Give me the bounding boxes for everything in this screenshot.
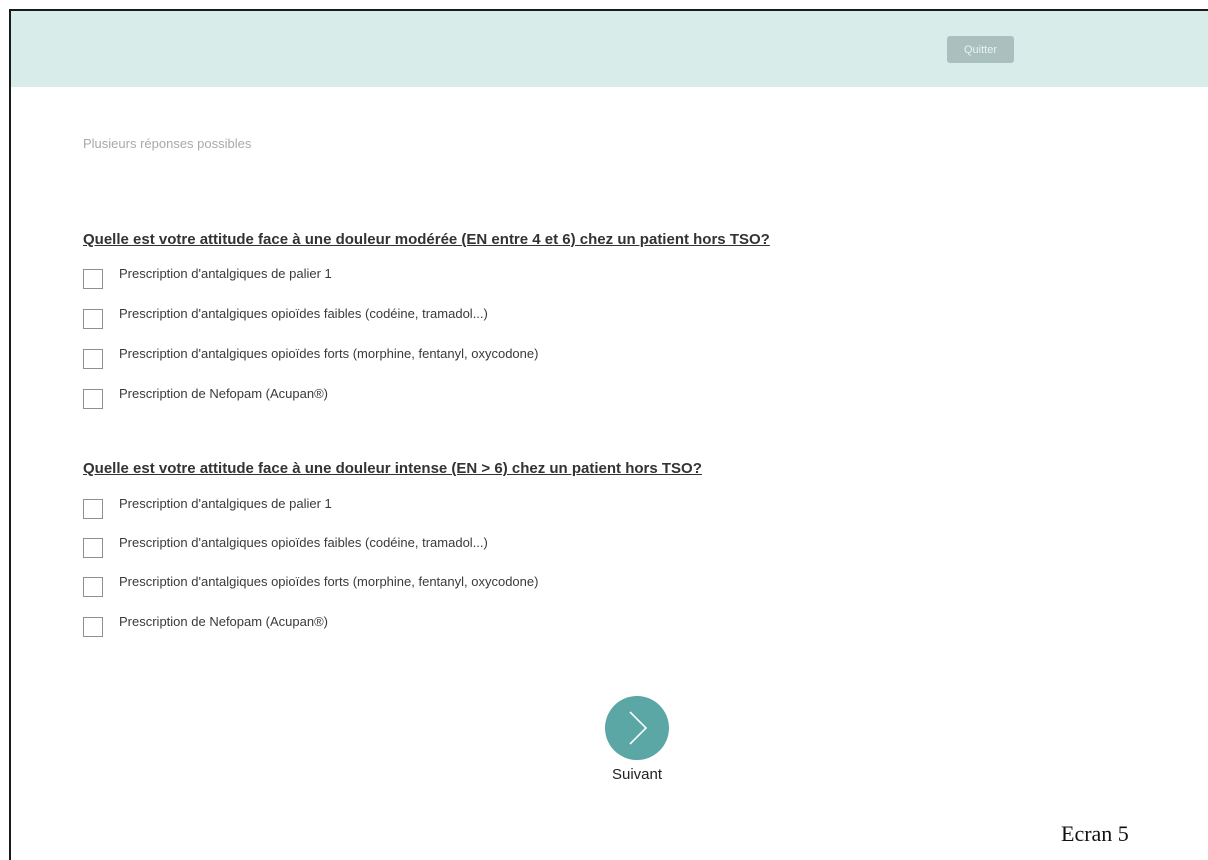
q2-option-4[interactable]: Prescription de Nefopam (Acupan®)	[83, 613, 329, 638]
option-label: Prescription de Nefopam (Acupan®)	[119, 613, 329, 629]
checkbox[interactable]	[83, 269, 103, 289]
checkbox[interactable]	[83, 577, 103, 597]
question-2-title: Quelle est votre attitude face à une dou…	[83, 460, 702, 477]
checkbox[interactable]	[83, 617, 103, 637]
q1-option-4[interactable]: Prescription de Nefopam (Acupan®)	[83, 385, 329, 410]
screen-number-label: Ecran 5	[1061, 821, 1129, 846]
multiple-answers-hint: Plusieurs réponses possibles	[83, 136, 252, 151]
q1-option-2[interactable]: Prescription d'antalgiques opioïdes faib…	[83, 305, 488, 330]
quit-button[interactable]: Quitter	[947, 36, 1014, 63]
next-button[interactable]	[605, 696, 669, 760]
option-label: Prescription d'antalgiques opioïdes faib…	[119, 534, 488, 550]
q1-option-1[interactable]: Prescription d'antalgiques de palier 1	[83, 265, 332, 290]
checkbox[interactable]	[83, 349, 103, 369]
checkbox[interactable]	[83, 499, 103, 519]
top-bar: Quitter	[11, 11, 1208, 87]
q2-option-2[interactable]: Prescription d'antalgiques opioïdes faib…	[83, 534, 488, 559]
screen-frame: Quitter Plusieurs réponses possibles Que…	[9, 9, 1208, 860]
q2-option-1[interactable]: Prescription d'antalgiques de palier 1	[83, 495, 332, 520]
option-label: Prescription d'antalgiques opioïdes fort…	[119, 345, 539, 361]
chevron-right-icon	[629, 711, 648, 745]
option-label: Prescription d'antalgiques opioïdes fort…	[119, 573, 539, 589]
q2-option-3[interactable]: Prescription d'antalgiques opioïdes fort…	[83, 573, 539, 598]
next-label[interactable]: Suivant	[597, 766, 677, 783]
question-1-title: Quelle est votre attitude face à une dou…	[83, 231, 770, 248]
checkbox[interactable]	[83, 538, 103, 558]
checkbox[interactable]	[83, 389, 103, 409]
option-label: Prescription d'antalgiques de palier 1	[119, 265, 332, 281]
option-label: Prescription d'antalgiques de palier 1	[119, 495, 332, 511]
option-label: Prescription d'antalgiques opioïdes faib…	[119, 305, 488, 321]
q1-option-3[interactable]: Prescription d'antalgiques opioïdes fort…	[83, 345, 539, 370]
option-label: Prescription de Nefopam (Acupan®)	[119, 385, 329, 401]
checkbox[interactable]	[83, 309, 103, 329]
